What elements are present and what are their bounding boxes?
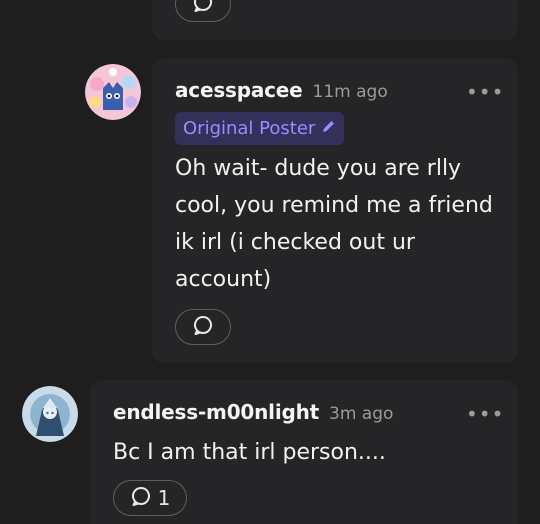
avatar[interactable] (85, 64, 141, 120)
speech-bubble-icon (192, 314, 214, 340)
speech-bubble-icon (130, 485, 152, 511)
comment-header: endless-m00nlight 3m ago (113, 400, 393, 424)
timestamp: 3m ago (329, 404, 394, 424)
more-options-icon[interactable]: ••• (466, 82, 504, 102)
reply-button[interactable]: 1 (113, 480, 187, 516)
comment-body: Bc I am that irl person.... (113, 440, 386, 465)
username[interactable]: acesspacee (175, 78, 303, 102)
reply-button[interactable] (175, 309, 231, 345)
comment-thread: acesspacee 11m ago ••• Original Poster O… (0, 0, 540, 524)
more-options-icon[interactable]: ••• (466, 404, 504, 424)
reply-count: 1 (157, 486, 171, 510)
original-poster-badge: Original Poster (175, 112, 345, 145)
speech-bubble-icon (192, 0, 214, 17)
comment-body: Oh wait- dude you are rlly cool, you rem… (175, 156, 493, 292)
badge-label: Original Poster (183, 118, 316, 139)
username[interactable]: endless-m00nlight (113, 400, 319, 424)
pencil-icon (321, 118, 336, 139)
comment-header: acesspacee 11m ago (175, 78, 388, 102)
previous-reply-button[interactable] (175, 0, 231, 22)
timestamp: 11m ago (312, 82, 388, 102)
avatar[interactable] (22, 386, 78, 442)
